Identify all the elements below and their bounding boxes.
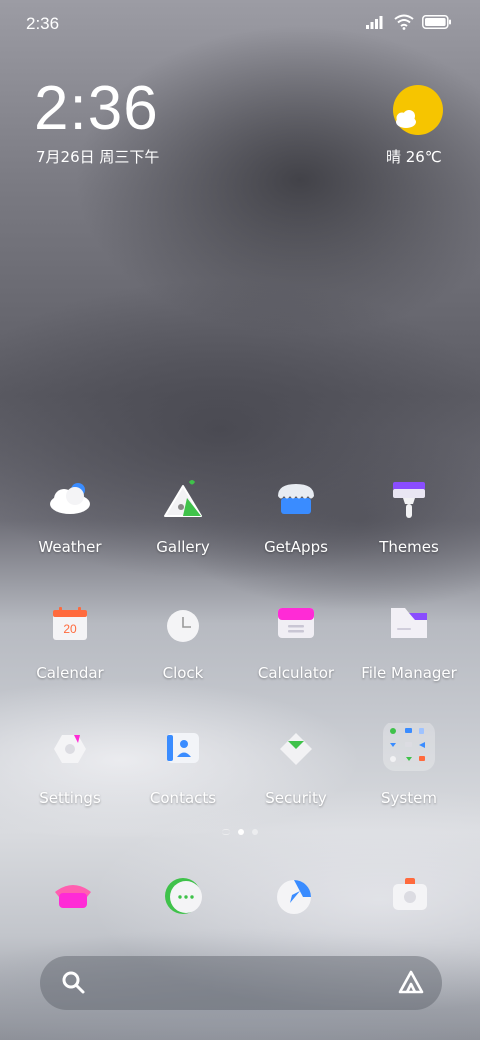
getapps-icon [278, 484, 314, 514]
contacts-icon [167, 733, 199, 763]
app-contacts[interactable]: Contacts [127, 723, 239, 807]
search-icon[interactable] [60, 969, 88, 997]
status-bar: 2:36 [0, 0, 480, 48]
page-indicator[interactable] [0, 829, 480, 835]
app-file-manager[interactable]: File Manager [353, 598, 465, 682]
page-dot-list [222, 829, 230, 835]
phone-icon [55, 885, 91, 908]
app-weather[interactable]: Weather [14, 472, 126, 556]
themes-icon [393, 482, 425, 518]
camera-icon [393, 878, 427, 910]
dock-messages[interactable] [155, 866, 215, 926]
settings-icon [54, 735, 86, 763]
browser-icon [277, 880, 311, 914]
widget-clock-time[interactable]: 2:36 [34, 78, 159, 140]
status-icons [366, 14, 452, 30]
app-label: Themes [379, 538, 439, 556]
messages-icon [165, 878, 202, 914]
search-bar[interactable] [40, 956, 442, 1010]
app-label: Security [265, 789, 327, 807]
app-getapps[interactable]: GetApps [240, 472, 352, 556]
folder-system[interactable]: System [353, 721, 465, 807]
system-folder-icon [383, 721, 435, 771]
wifi-icon [394, 14, 414, 30]
signal-icon [366, 16, 383, 29]
app-themes[interactable]: Themes [353, 472, 465, 556]
app-label: Weather [38, 538, 102, 556]
app-label: System [381, 789, 437, 807]
sun-icon[interactable] [392, 84, 444, 136]
app-security[interactable]: Security [240, 723, 352, 807]
status-time: 2:36 [26, 14, 60, 33]
calendar-icon: 20 [53, 607, 87, 640]
app-label: File Manager [361, 664, 457, 682]
widget-date[interactable]: 7月26日 周三下午 [36, 146, 159, 167]
app-settings[interactable]: Settings [14, 723, 126, 807]
app-label: Calendar [36, 664, 104, 682]
app-calculator[interactable]: Calculator [240, 598, 352, 682]
gallery-icon [164, 480, 202, 517]
clock-icon [167, 610, 199, 642]
security-icon [280, 733, 312, 765]
app-label: Clock [162, 664, 204, 682]
widget-weather[interactable]: 晴 26℃ [386, 146, 442, 167]
file-manager-icon [391, 608, 427, 638]
calculator-icon [278, 608, 314, 638]
app-clock[interactable]: Clock [127, 598, 239, 682]
app-calendar[interactable]: 20 Calendar [14, 598, 126, 682]
weather-icon [50, 483, 90, 514]
app-gallery[interactable]: Gallery [127, 472, 239, 556]
dock-camera[interactable] [380, 866, 440, 926]
page-dot-current [238, 829, 244, 835]
page-dot [252, 829, 258, 835]
app-label: Contacts [149, 789, 217, 807]
battery-icon [422, 15, 451, 29]
dock-browser[interactable] [264, 866, 324, 926]
app-label: Settings [39, 789, 101, 807]
dock-phone[interactable] [43, 866, 103, 926]
calendar-day-text: 20 [63, 622, 77, 636]
app-label: Gallery [156, 538, 210, 556]
app-label: GetApps [264, 538, 328, 556]
assistant-icon[interactable] [396, 968, 426, 998]
app-label: Calculator [257, 664, 335, 682]
